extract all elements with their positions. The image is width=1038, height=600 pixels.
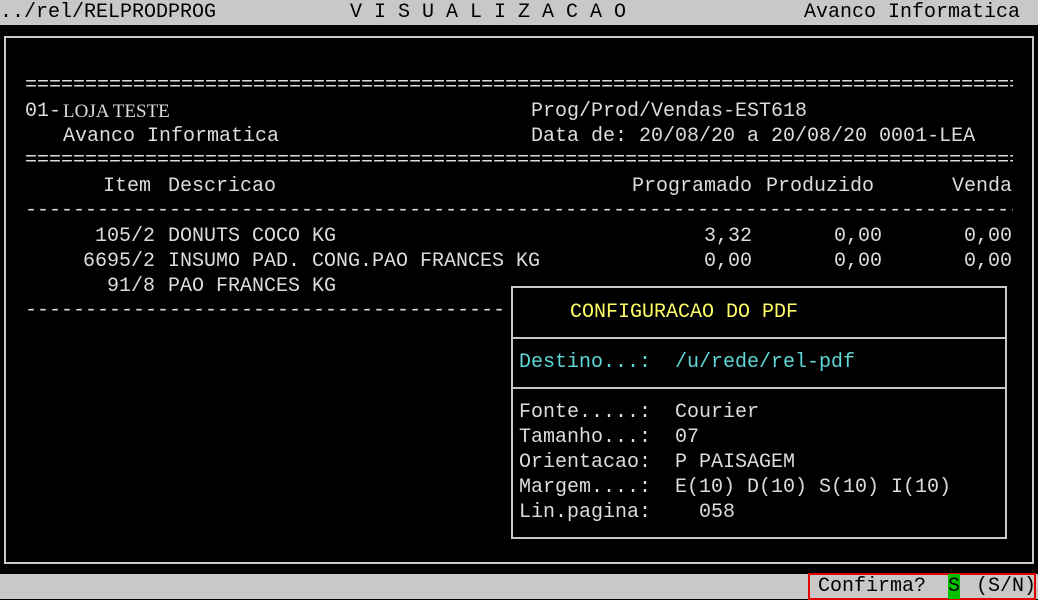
double-rule-bottom: ========================================…: [25, 149, 1013, 172]
lines-field[interactable]: 058: [699, 500, 735, 525]
column-header-programmed: Programado: [631, 175, 752, 198]
confirm-label: Confirma?: [818, 575, 927, 598]
column-header-produced: Produzido: [766, 175, 875, 198]
program-name: Prog/Prod/Vendas-EST618: [531, 100, 808, 123]
orientation-field[interactable]: P PAISAGEM: [675, 450, 795, 475]
row-item: 6695/2: [82, 250, 155, 273]
title-bar: ../rel/RELPRODPROG V I S U A L I Z A C A…: [0, 0, 1038, 25]
margin-field[interactable]: E(10) D(10) S(10) I(10): [675, 475, 951, 500]
destination-field[interactable]: /u/rede/rel-pdf: [675, 350, 855, 375]
row-item: 91/8: [106, 275, 155, 298]
row-produced: 0,00: [833, 225, 882, 248]
row-produced: 0,00: [833, 250, 882, 273]
row-description: INSUMO PAD. CONG.PAO FRANCES KG: [168, 250, 541, 273]
font-field[interactable]: Courier: [675, 400, 759, 425]
single-rule-header: ----------------------------------------…: [25, 199, 1013, 222]
orientation-label: Orientacao:: [519, 451, 652, 474]
row-description: DONUTS COCO KG: [168, 225, 337, 248]
row-programmed: 3,32: [703, 225, 752, 248]
date-range: Data de: 20/08/20 a 20/08/20 0001-LEA: [531, 125, 976, 148]
column-header-sales: Venda: [951, 175, 1012, 198]
size-label: Tamanho...:: [519, 426, 652, 449]
dialog-divider: [513, 337, 1005, 339]
row-programmed: 0,00: [703, 250, 752, 273]
company-name: Avanco Informatica: [63, 125, 280, 148]
margin-label: Margem....:: [519, 476, 652, 499]
font-label: Fonte.....:: [519, 401, 652, 424]
row-sales: 0,00: [963, 250, 1012, 273]
confirm-answer-input[interactable]: S: [948, 574, 961, 599]
company-title: Avanco Informatica: [804, 1, 1021, 24]
store-name: LOJA TESTE: [63, 101, 170, 122]
program-path: ../rel/RELPRODPROG: [0, 1, 217, 24]
row-item: 105/2: [94, 225, 155, 248]
dialog-title: CONFIGURACAO DO PDF: [570, 301, 799, 324]
dialog-divider: [513, 387, 1005, 389]
pdf-config-dialog: CONFIGURACAO DO PDF Destino...: /u/rede/…: [511, 286, 1007, 539]
lines-label: Lin.pagina:: [519, 501, 652, 524]
mode-title: V I S U A L I Z A C A O: [350, 1, 627, 24]
column-header-item: Item: [103, 175, 152, 198]
destination-label: Destino...:: [519, 351, 652, 374]
single-rule-footer: ----------------------------------------…: [25, 299, 505, 322]
store-code: 01-: [25, 100, 62, 123]
size-field[interactable]: 07: [675, 425, 699, 450]
confirm-options: (S/N): [976, 575, 1037, 598]
row-sales: 0,00: [963, 225, 1012, 248]
column-header-description: Descricao: [168, 175, 277, 198]
double-rule-top: ========================================…: [25, 74, 1013, 97]
confirm-prompt[interactable]: Confirma? S (S/N): [808, 573, 1036, 600]
row-description: PAO FRANCES KG: [168, 275, 337, 298]
